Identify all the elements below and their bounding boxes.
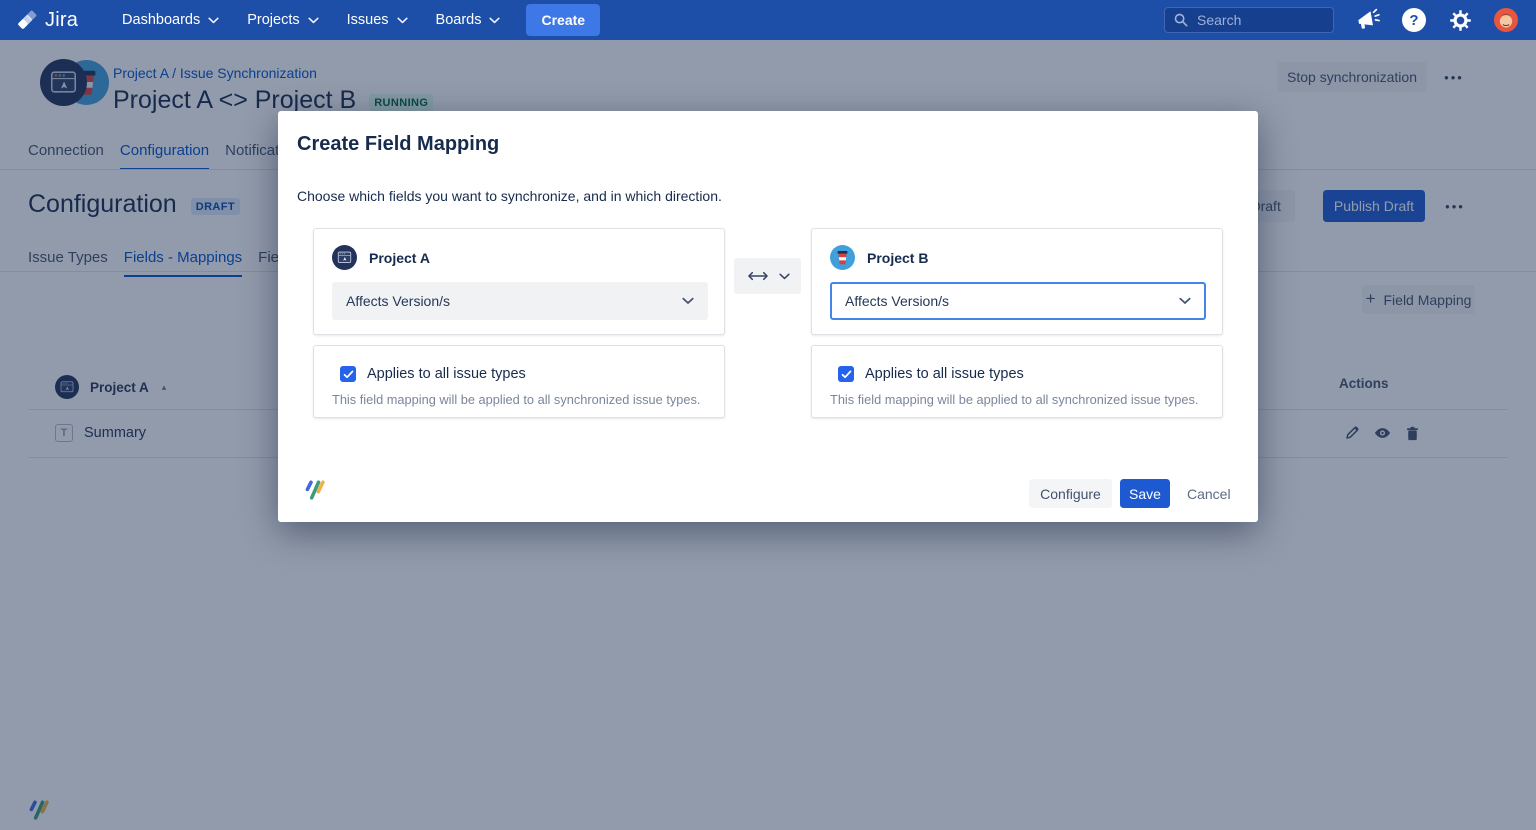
project-b-field-value: Affects Version/s bbox=[845, 293, 949, 309]
menu-dashboards-label: Dashboards bbox=[122, 12, 200, 28]
app-window: Jira Dashboards Projects Issues Boards C… bbox=[0, 0, 1536, 830]
project-b-name: Project B bbox=[867, 250, 928, 266]
menu-projects[interactable]: Projects bbox=[233, 0, 332, 40]
project-a-card-header: Project A bbox=[332, 245, 430, 270]
cancel-button[interactable]: Cancel bbox=[1181, 479, 1237, 508]
applies-hint: This field mapping will be applied to al… bbox=[830, 392, 1198, 407]
applies-hint: This field mapping will be applied to al… bbox=[332, 392, 700, 407]
gear-icon bbox=[1449, 9, 1472, 32]
menu-dashboards[interactable]: Dashboards bbox=[108, 0, 233, 40]
question-mark-icon: ? bbox=[1409, 12, 1418, 29]
chevron-down-icon bbox=[1179, 297, 1191, 305]
applies-all-issue-types-toggle-left[interactable]: Applies to all issue types bbox=[340, 366, 526, 382]
project-a-field-value: Affects Version/s bbox=[346, 293, 450, 309]
applies-label: Applies to all issue types bbox=[367, 366, 526, 382]
chevron-down-icon bbox=[779, 273, 790, 280]
applies-label: Applies to all issue types bbox=[865, 366, 1024, 382]
configure-button[interactable]: Configure bbox=[1029, 479, 1112, 508]
navbar-right: ? bbox=[1164, 7, 1536, 33]
dialog-subtitle: Choose which fields you want to synchron… bbox=[297, 188, 722, 204]
navbar-left: Jira Dashboards Projects Issues Boards C… bbox=[0, 0, 600, 40]
project-b-card-header: Project B bbox=[830, 245, 928, 270]
project-a-field-card: Project A Affects Version/s bbox=[313, 228, 725, 335]
top-navbar: Jira Dashboards Projects Issues Boards C… bbox=[0, 0, 1536, 40]
chevron-down-icon bbox=[208, 17, 219, 24]
create-field-mapping-dialog: Create Field Mapping Choose which fields… bbox=[278, 111, 1258, 522]
save-button[interactable]: Save bbox=[1120, 479, 1170, 508]
project-a-avatar bbox=[332, 245, 357, 270]
project-a-name: Project A bbox=[369, 250, 430, 266]
project-b-field-select[interactable]: Affects Version/s bbox=[830, 282, 1206, 320]
check-icon bbox=[841, 370, 852, 379]
project-b-applies-card: Applies to all issue types This field ma… bbox=[811, 345, 1223, 418]
search-input[interactable] bbox=[1197, 12, 1315, 28]
project-b-field-card: Project B Affects Version/s bbox=[811, 228, 1223, 335]
menu-issues[interactable]: Issues bbox=[333, 0, 422, 40]
sync-direction-select[interactable] bbox=[734, 258, 801, 294]
checkbox-checked-icon bbox=[340, 366, 356, 382]
settings-button[interactable] bbox=[1448, 8, 1472, 32]
create-button[interactable]: Create bbox=[526, 4, 600, 36]
chevron-down-icon bbox=[489, 17, 500, 24]
project-a-applies-card: Applies to all issue types This field ma… bbox=[313, 345, 725, 418]
project-b-avatar bbox=[830, 245, 855, 270]
menu-boards[interactable]: Boards bbox=[422, 0, 515, 40]
chevron-down-icon bbox=[308, 17, 319, 24]
check-icon bbox=[343, 370, 354, 379]
checkbox-checked-icon bbox=[838, 366, 854, 382]
menu-projects-label: Projects bbox=[247, 12, 299, 28]
chevron-down-icon bbox=[682, 297, 694, 305]
bidirectional-arrow-icon bbox=[746, 271, 770, 281]
global-search[interactable] bbox=[1164, 7, 1334, 33]
help-button[interactable]: ? bbox=[1402, 8, 1426, 32]
megaphone-icon bbox=[1356, 8, 1380, 32]
jira-home-link[interactable]: Jira bbox=[16, 9, 78, 32]
project-a-field-select[interactable]: Affects Version/s bbox=[332, 282, 708, 320]
menu-issues-label: Issues bbox=[347, 12, 389, 28]
applies-all-issue-types-toggle-right[interactable]: Applies to all issue types bbox=[838, 366, 1024, 382]
profile-button[interactable] bbox=[1494, 8, 1518, 32]
jira-logo-icon bbox=[16, 9, 38, 31]
user-avatar bbox=[1494, 6, 1518, 34]
chevron-down-icon bbox=[397, 17, 408, 24]
search-icon bbox=[1174, 13, 1188, 27]
menu-boards-label: Boards bbox=[436, 12, 482, 28]
announcements-button[interactable] bbox=[1356, 8, 1380, 32]
brand-text: Jira bbox=[45, 9, 78, 32]
dialog-title: Create Field Mapping bbox=[297, 133, 499, 156]
getint-logo-icon bbox=[302, 477, 328, 503]
